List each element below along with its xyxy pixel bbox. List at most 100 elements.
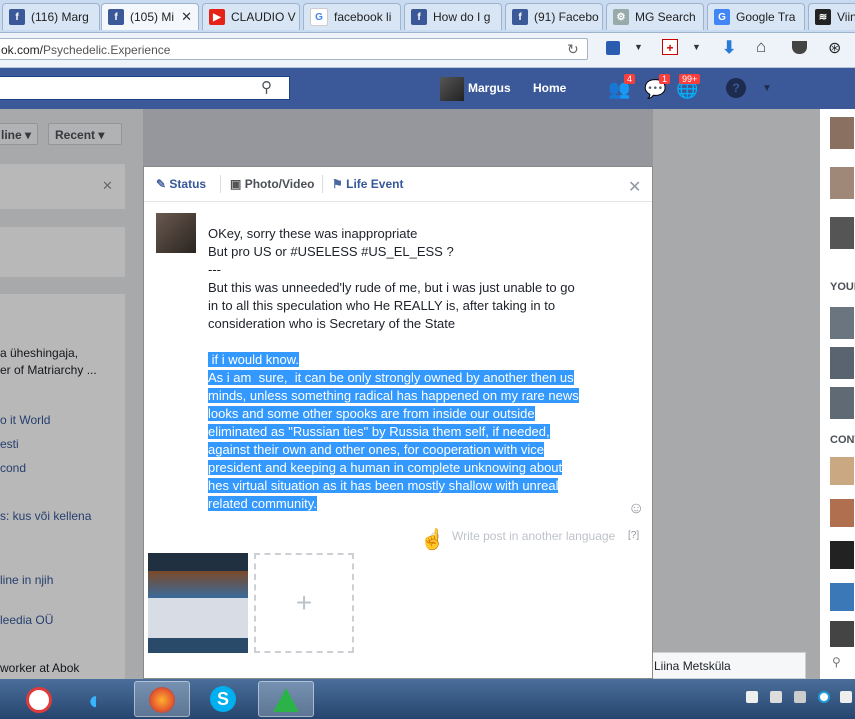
tab-label: facebook li [334,10,392,24]
group-thumbnail[interactable] [830,307,854,339]
reload-icon[interactable]: ↻ [567,41,579,58]
first-aid-icon[interactable]: + [662,39,678,55]
chat-tab[interactable]: Liina Metsküla [643,652,806,679]
friend-requests-badge: 4 [624,74,636,84]
group-thumbnail[interactable] [830,387,854,419]
post-line: But pro US or #USELESS #US_EL_ESS ? [208,244,454,259]
avatar [156,213,196,253]
search-icon[interactable]: ⚲ [261,78,272,96]
contact-avatar[interactable] [830,583,854,611]
tab-label: MG Search [635,10,696,24]
taskbar-app[interactable]: S [196,681,252,717]
browser-tab[interactable]: ⚙ MG Search [606,3,704,30]
browser-tab[interactable]: f (116) Marg [2,3,100,30]
tray-icon[interactable] [840,691,852,703]
camera-icon: ▣ [230,177,242,191]
browser-tab[interactable]: G facebook li [303,3,401,30]
messages-badge: 1 [659,74,671,84]
chevron-down-icon[interactable]: ▼ [692,42,701,52]
save-page-icon[interactable] [606,41,620,55]
avast-icon [26,687,52,713]
divider [322,175,323,193]
tray-icon[interactable] [818,691,830,703]
tray-icon[interactable] [746,691,758,703]
close-icon[interactable]: ✕ [628,177,641,197]
skype-icon: S [210,686,236,712]
composer-tabs: ✎ Status ▣ Photo/Video ⚑ Life Event ✕ [144,167,652,202]
taskbar-app-active[interactable] [134,681,190,717]
tab-status[interactable]: ✎ Status [156,177,206,191]
home-link[interactable]: Home [533,81,566,95]
selected-line: minds, unless something radical has happ… [208,388,579,403]
browser-tab-active[interactable]: f (105) Mi ✕ [101,3,199,30]
post-line: OKey, sorry these was inappropriate [208,226,418,241]
search-input[interactable]: ⚲ [0,76,290,100]
browser-tab[interactable]: G Google Tra [707,3,805,30]
tab-label: CLAUDIO V [231,10,296,24]
taskbar-app-active[interactable] [258,681,314,717]
notifications-badge: 99+ [679,74,701,84]
add-photo-button[interactable]: + [254,553,354,653]
post-text-area[interactable]: OKey, sorry these was inappropriate But … [208,225,628,513]
chevron-down-icon[interactable]: ▼ [634,42,643,52]
flag-icon: ⚑ [332,177,343,191]
emoji-icon[interactable]: ☺ [628,500,644,518]
group-thumbnail[interactable] [830,347,854,379]
account-menu-icon[interactable]: ▼ [762,83,772,94]
google-translate-icon: G [714,9,730,25]
tab-photo-video[interactable]: ▣ Photo/Video [230,177,314,191]
post-line: --- [208,262,221,277]
facebook-icon: f [108,9,124,25]
address-bar[interactable]: ok.com/Psychedelic.Experience ↻ [0,38,588,60]
friend-thumbnail[interactable] [830,117,854,149]
extension-icon[interactable]: ⊛ [828,38,841,58]
contact-avatar[interactable] [830,457,854,485]
section-label: CONT [830,434,855,446]
browser-tab-bar: f (116) Marg f (105) Mi ✕ ▶ CLAUDIO V G … [0,0,855,33]
home-icon[interactable]: ⌂ [756,37,766,57]
browser-tab[interactable]: f How do I g [404,3,502,30]
tab-label: Viin [837,10,855,24]
contact-avatar[interactable] [830,541,854,569]
profile-name-link[interactable]: Margus [468,81,511,95]
tray-icon[interactable] [770,691,782,703]
contact-avatar[interactable] [830,621,854,647]
taskbar-app[interactable] [12,681,68,717]
search-engine-icon: ⚙ [613,9,629,25]
avatar[interactable] [440,77,464,101]
write-in-another-language-link[interactable]: Write post in another language [452,529,615,543]
selected-line: president and keeping a human in complet… [208,460,563,475]
post-line: But this was unneeded'ly rude of me, but… [208,280,575,295]
browser-toolbar: ok.com/Psychedelic.Experience ↻ ▼ + ▼ ⬇ … [0,33,855,68]
tab-photo-label: Photo/Video [244,177,315,191]
close-tab-icon[interactable]: ✕ [181,9,192,25]
friend-thumbnail[interactable] [830,217,854,249]
friend-thumbnail[interactable] [830,167,854,199]
attached-photo-thumbnail[interactable] [148,553,248,653]
selected-line: if i would know. [208,352,300,367]
search-icon[interactable]: ⚲ [832,655,841,669]
tab-label: How do I g [433,10,491,24]
browser-tab[interactable]: ▶ CLAUDIO V [202,3,300,30]
download-icon[interactable]: ⬇ [722,38,736,58]
pocket-icon[interactable] [792,41,807,54]
tab-label: (91) Facebo [534,10,599,24]
browser-tab[interactable]: ≋ Viin [808,3,855,30]
browser-tab[interactable]: f (91) Facebo [505,3,603,30]
chat-contact-name: Liina Metsküla [654,659,731,673]
selected-line: hes virtual situation as it has been mos… [208,478,559,493]
site-icon: ≋ [815,9,831,25]
facebook-icon: f [512,9,528,25]
selected-line: As i am sure, it can be only strongly ow… [208,370,574,385]
contact-avatar[interactable] [830,499,854,527]
post-line: in to all this speculation who He REALLY… [208,298,556,313]
right-sidebar: YOUR CONT ⚲ [820,109,855,679]
help-icon[interactable]: ? [726,78,746,98]
divider [220,175,221,193]
tray-icon[interactable] [794,691,806,703]
taskbar-app[interactable]: ◐ [72,681,128,717]
tab-life-event-label: Life Event [346,177,404,191]
url-text: ok.com/Psychedelic.Experience [1,43,170,57]
tab-life-event[interactable]: ⚑ Life Event [332,177,403,191]
help-link[interactable]: [?] [628,530,639,541]
